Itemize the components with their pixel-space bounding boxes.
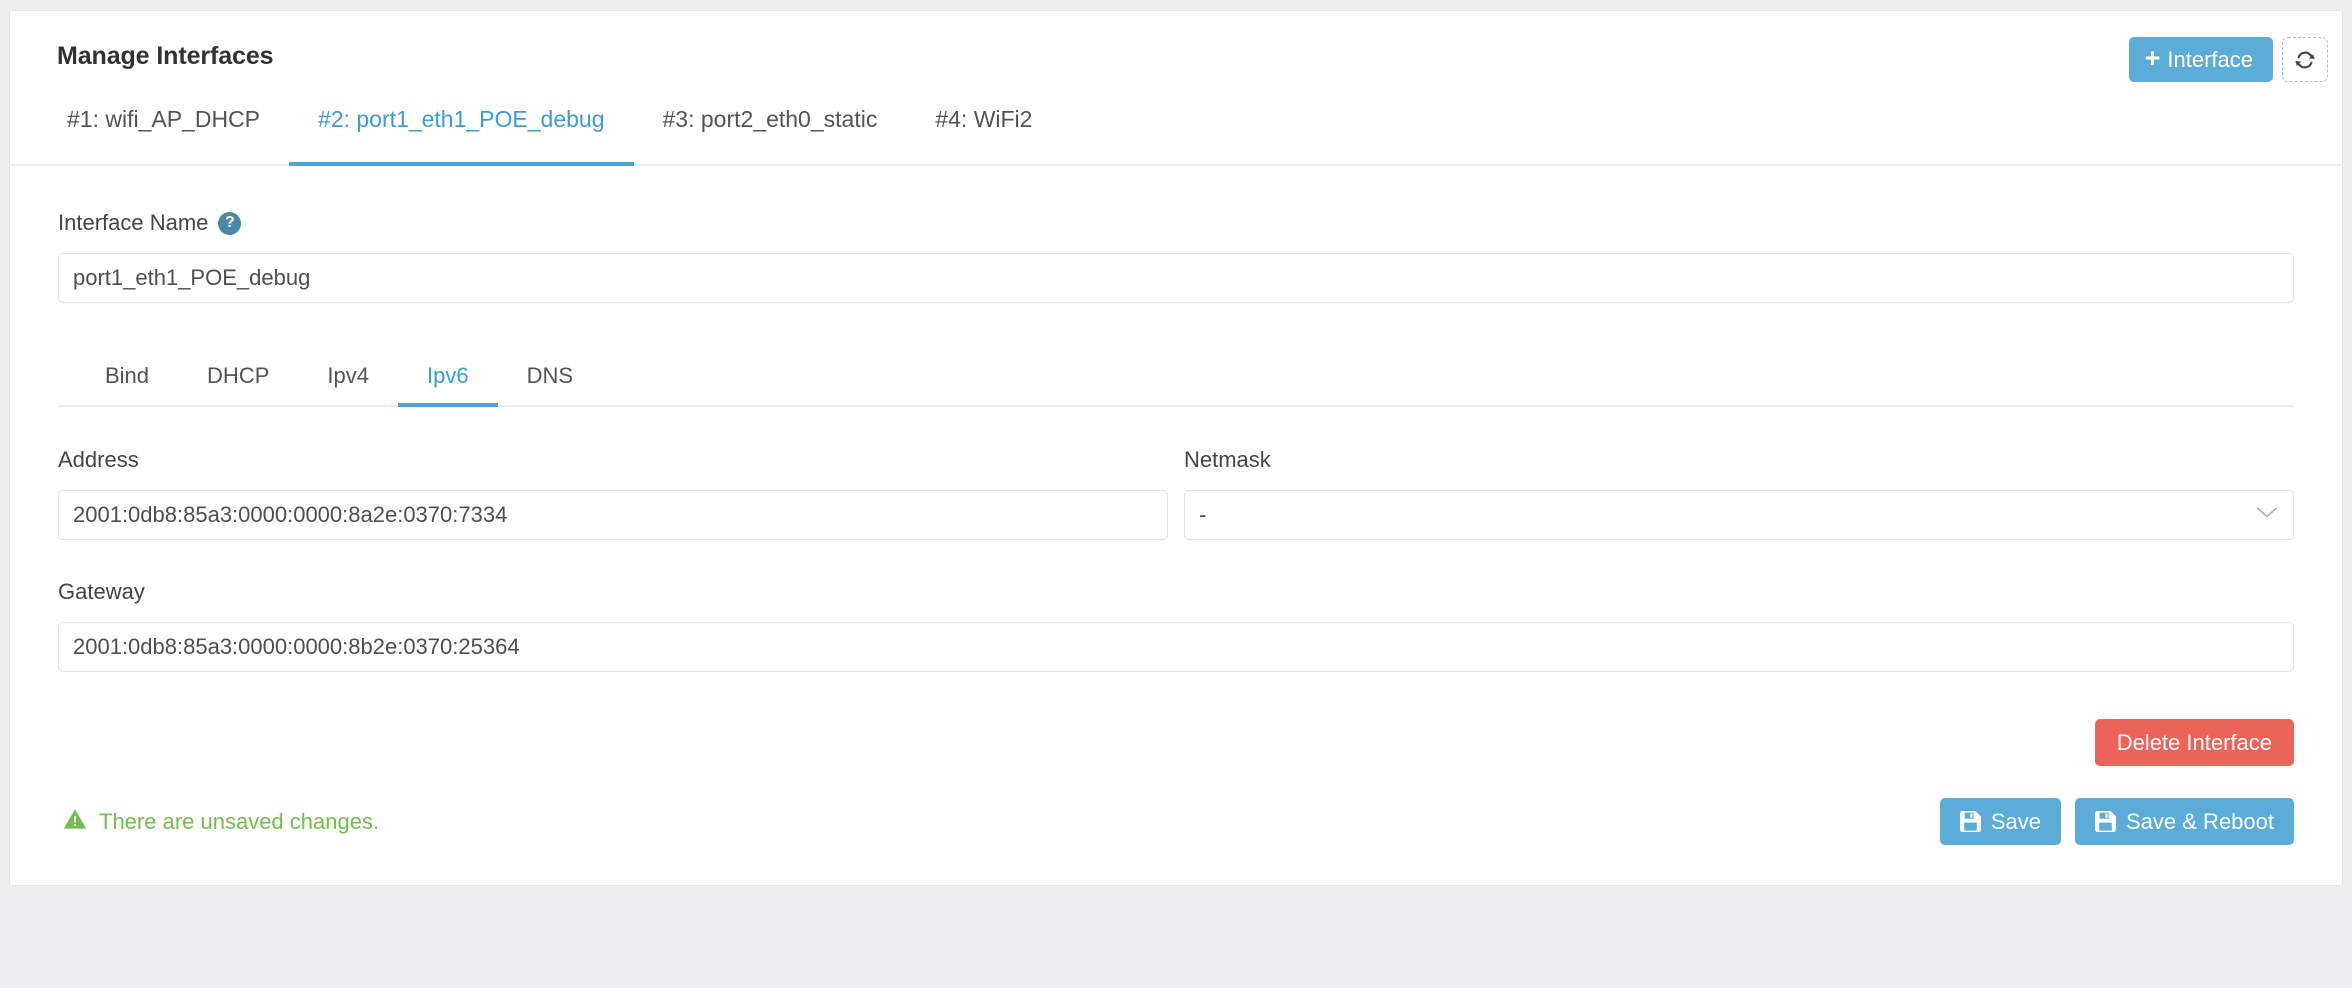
interface-tab-1[interactable]: #1: wifi_AP_DHCP bbox=[38, 98, 289, 164]
plus-icon: + bbox=[2144, 43, 2161, 73]
interface-tab-2-label: #2: port1_eth1_POE_debug bbox=[318, 106, 605, 132]
add-interface-button[interactable]: + Interface bbox=[2128, 37, 2273, 82]
delete-interface-button[interactable]: Delete Interface bbox=[2094, 719, 2294, 766]
interface-name-label: Interface Name ? bbox=[58, 210, 2294, 236]
footer-buttons: Save Save & Reboot bbox=[1939, 798, 2294, 845]
delete-row: Delete Interface bbox=[58, 719, 2294, 766]
netmask-label: Netmask bbox=[1184, 447, 1271, 472]
netmask-select-wrap: - bbox=[1184, 490, 2294, 540]
config-tab-dhcp-label: DHCP bbox=[207, 363, 270, 388]
config-tab-dhcp[interactable]: DHCP bbox=[178, 363, 298, 405]
save-button[interactable]: Save bbox=[1939, 798, 2062, 845]
config-tab-ipv6-label: Ipv6 bbox=[426, 363, 469, 388]
interface-tab-2[interactable]: #2: port1_eth1_POE_debug bbox=[289, 98, 634, 166]
gateway-label: Gateway bbox=[58, 579, 145, 604]
interface-name-label-text: Interface Name bbox=[58, 210, 209, 235]
gateway-field-group: Gateway bbox=[58, 579, 2294, 672]
interface-tab-4-label: #4: WiFi2 bbox=[935, 106, 1033, 132]
header-actions: + Interface bbox=[2128, 37, 2328, 82]
refresh-icon bbox=[2293, 48, 2317, 72]
unsaved-changes-status: There are unsaved changes. bbox=[58, 808, 379, 836]
app-page: Manage Interfaces + Interface #1: wifi_A… bbox=[0, 0, 2352, 988]
refresh-button[interactable] bbox=[2282, 37, 2328, 82]
config-tab-bind[interactable]: Bind bbox=[76, 363, 178, 405]
card-body: Interface Name ? Bind DHCP Ipv4 Ipv6 bbox=[10, 166, 2342, 885]
config-tab-ipv4[interactable]: Ipv4 bbox=[298, 363, 398, 405]
card-header: Manage Interfaces + Interface bbox=[10, 11, 2342, 98]
add-interface-label: Interface bbox=[2167, 46, 2253, 72]
save-and-reboot-button[interactable]: Save & Reboot bbox=[2075, 798, 2294, 845]
address-field-group: Address bbox=[58, 447, 1168, 540]
config-tab-ipv4-label: Ipv4 bbox=[327, 363, 369, 388]
config-tabs: Bind DHCP Ipv4 Ipv6 DNS bbox=[58, 345, 2294, 407]
help-circle-icon[interactable]: ? bbox=[218, 211, 242, 235]
interface-tab-4[interactable]: #4: WiFi2 bbox=[906, 98, 1061, 164]
warning-triangle-icon bbox=[63, 808, 87, 836]
floppy-disk-icon bbox=[2095, 811, 2117, 832]
netmask-select[interactable]: - bbox=[1184, 490, 2294, 540]
gateway-input[interactable] bbox=[58, 622, 2294, 672]
manage-interfaces-card: Manage Interfaces + Interface #1: wifi_A… bbox=[9, 10, 2343, 886]
interface-tab-3-label: #3: port2_eth0_static bbox=[662, 106, 878, 132]
address-input[interactable] bbox=[58, 490, 1168, 540]
footer-row: There are unsaved changes. Save Save & R… bbox=[58, 798, 2294, 845]
config-tab-dns[interactable]: DNS bbox=[498, 363, 602, 405]
save-and-reboot-button-label: Save & Reboot bbox=[2126, 808, 2274, 834]
config-tab-ipv6[interactable]: Ipv6 bbox=[397, 363, 498, 407]
unsaved-changes-text: There are unsaved changes. bbox=[99, 808, 380, 834]
interface-tabs: #1: wifi_AP_DHCP #2: port1_eth1_POE_debu… bbox=[10, 98, 2342, 166]
ipv6-form-grid: Address Netmask - bbox=[58, 447, 2294, 540]
interface-tabs-row: #1: wifi_AP_DHCP #2: port1_eth1_POE_debu… bbox=[38, 98, 2314, 166]
netmask-field-group: Netmask - bbox=[1184, 447, 2294, 540]
save-button-label: Save bbox=[1990, 808, 2042, 834]
config-tab-dns-label: DNS bbox=[526, 363, 574, 388]
floppy-disk-icon bbox=[1959, 811, 1981, 832]
interface-tab-3[interactable]: #3: port2_eth0_static bbox=[634, 98, 907, 164]
interface-tab-1-label: #1: wifi_AP_DHCP bbox=[67, 106, 261, 132]
config-tab-bind-label: Bind bbox=[105, 363, 150, 388]
address-label: Address bbox=[58, 447, 139, 472]
interface-name-input[interactable] bbox=[58, 253, 2294, 303]
page-title: Manage Interfaces bbox=[57, 42, 274, 70]
